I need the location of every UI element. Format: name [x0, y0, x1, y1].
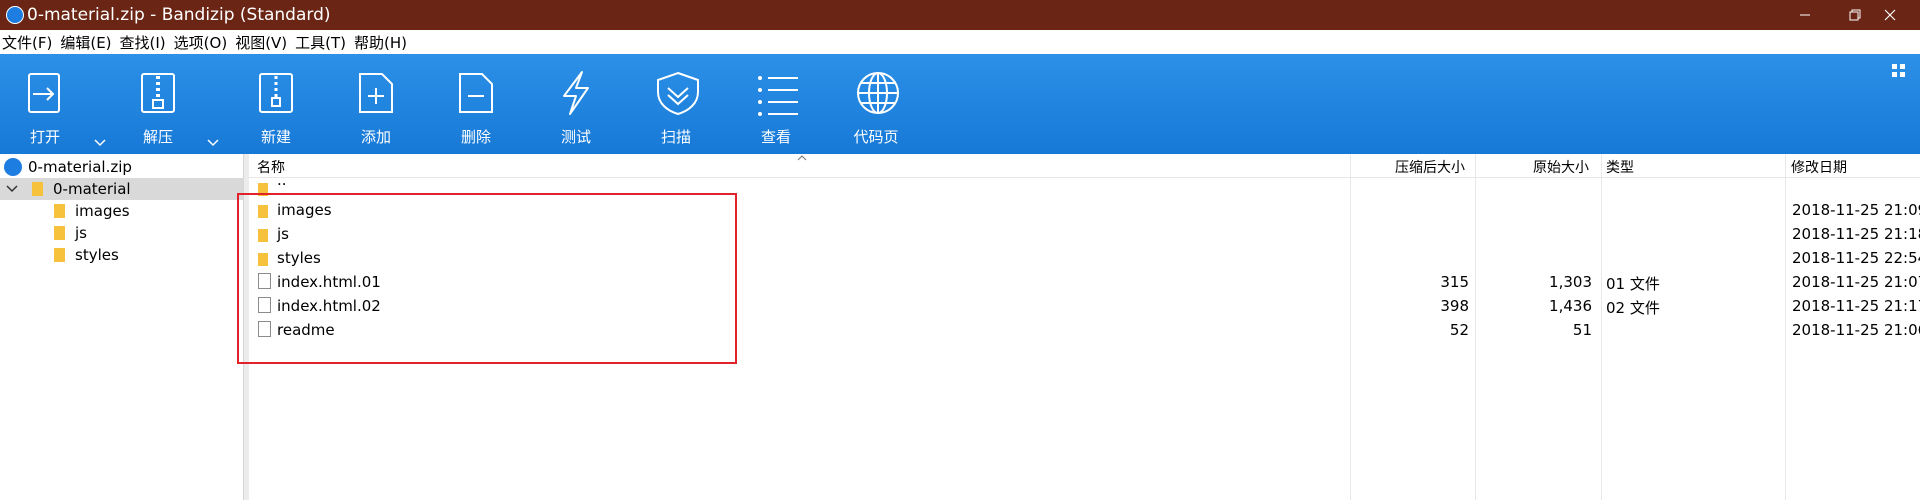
add-label: 添加: [360, 128, 391, 146]
row-modified: 2018-11-25 21:09: [1792, 201, 1920, 219]
test-label: 测试: [560, 128, 591, 146]
add-file-icon: [359, 73, 393, 113]
close-button[interactable]: [1865, 0, 1915, 30]
open-icon: [28, 73, 60, 113]
restore-icon: [1849, 9, 1861, 21]
scan-button[interactable]: 扫描: [636, 54, 716, 154]
menu-file[interactable]: 文件(F): [2, 32, 52, 53]
bandizip-logo-icon: [6, 6, 24, 24]
highlight-annotation-box: [237, 193, 737, 364]
view-list-icon: [758, 76, 798, 116]
minimize-button[interactable]: [1780, 0, 1830, 30]
open-dropdown-icon[interactable]: [93, 138, 109, 154]
tree-folder-0-material[interactable]: 0-material: [0, 178, 243, 200]
window-title: 0-material.zip - Bandizip (Standard): [27, 5, 331, 25]
menu-find[interactable]: 查找(I): [120, 32, 166, 53]
sort-ascending-icon: [797, 155, 807, 161]
extract-icon: [141, 73, 175, 113]
new-button[interactable]: 新建: [236, 54, 316, 154]
delete-label: 删除: [460, 128, 491, 146]
column-modified-header[interactable]: 修改日期: [1791, 157, 1847, 177]
tree-folder-label: 0-material: [53, 180, 131, 198]
toolbar: 打开 解压 新建 添加 删除 测试 扫描 查看 代码页: [0, 54, 1920, 154]
title-bar: 0-material.zip - Bandizip (Standard): [0, 0, 1920, 30]
column-original-header[interactable]: 原始大小: [1533, 157, 1589, 177]
add-button[interactable]: 添加: [336, 54, 416, 154]
tree-item-label: styles: [75, 246, 119, 264]
row-modified: 2018-11-25 21:18: [1792, 225, 1920, 243]
row-modified: 2018-11-25 22:54: [1792, 249, 1920, 267]
folder-icon: [54, 248, 65, 262]
delete-button[interactable]: 删除: [436, 54, 516, 154]
open-button[interactable]: 打开: [5, 54, 85, 154]
column-compressed-header[interactable]: 压缩后大小: [1395, 157, 1465, 177]
close-icon: [1884, 9, 1896, 21]
view-button[interactable]: 查看: [736, 54, 816, 154]
row-compressed-size: 315: [1440, 273, 1469, 291]
menu-tools[interactable]: 工具(T): [295, 32, 346, 53]
codepage-globe-icon: [857, 72, 899, 114]
new-label: 新建: [260, 128, 291, 146]
row-modified: 2018-11-25 21:17: [1792, 297, 1920, 315]
tree-item-label: images: [75, 202, 130, 220]
scan-label: 扫描: [660, 128, 691, 146]
tree-root-label: 0-material.zip: [28, 158, 132, 176]
extract-dropdown-icon[interactable]: [206, 138, 222, 154]
minimize-icon: [1800, 14, 1810, 16]
chevron-down-icon[interactable]: [6, 184, 18, 194]
test-button[interactable]: 测试: [536, 54, 616, 154]
tree-item-js[interactable]: js: [54, 222, 87, 244]
row-compressed-size: 398: [1440, 297, 1469, 315]
extract-button[interactable]: 解压: [118, 54, 198, 154]
folder-icon: [54, 204, 65, 218]
codepage-button[interactable]: 代码页: [836, 54, 916, 154]
menu-view[interactable]: 视图(V): [235, 32, 287, 53]
test-icon: [563, 71, 589, 115]
folder-icon: [32, 182, 43, 196]
scan-shield-icon: [657, 71, 699, 116]
row-modified: 2018-11-25 21:07: [1792, 273, 1920, 291]
menu-edit[interactable]: 编辑(E): [60, 32, 111, 53]
tree-root[interactable]: 0-material.zip: [4, 156, 132, 178]
row-type: 01 文件: [1606, 275, 1660, 293]
list-header: 名称 压缩后大小 原始大小 类型 修改日期: [249, 154, 1920, 178]
view-label: 查看: [760, 128, 791, 146]
extract-label: 解压: [142, 128, 173, 146]
row-original-size: 1,303: [1549, 273, 1592, 291]
row-name: ..: [277, 171, 287, 189]
open-label: 打开: [29, 128, 60, 146]
tree-item-images[interactable]: images: [54, 200, 130, 222]
row-compressed-size: 52: [1449, 321, 1469, 339]
menu-bar: 文件(F) 编辑(E) 查找(I) 选项(O) 视图(V) 工具(T) 帮助(H…: [0, 30, 1920, 54]
row-original-size: 1,436: [1549, 297, 1592, 315]
archive-icon: [4, 158, 22, 176]
codepage-label: 代码页: [853, 128, 899, 146]
row-original-size: 51: [1572, 321, 1592, 339]
row-modified: 2018-11-25 21:06: [1792, 321, 1920, 339]
delete-file-icon: [459, 73, 493, 113]
menu-options[interactable]: 选项(O): [174, 32, 228, 53]
tree-item-styles[interactable]: styles: [54, 244, 119, 266]
folder-icon: [54, 226, 65, 240]
column-type-header[interactable]: 类型: [1606, 157, 1634, 177]
menu-help[interactable]: 帮助(H): [354, 32, 407, 53]
new-archive-icon: [259, 73, 293, 113]
layout-grid-icon[interactable]: [1892, 64, 1906, 78]
tree-item-label: js: [75, 224, 87, 242]
row-type: 02 文件: [1606, 299, 1660, 317]
folder-tree: 0-material.zip 0-material images js styl…: [0, 154, 243, 500]
